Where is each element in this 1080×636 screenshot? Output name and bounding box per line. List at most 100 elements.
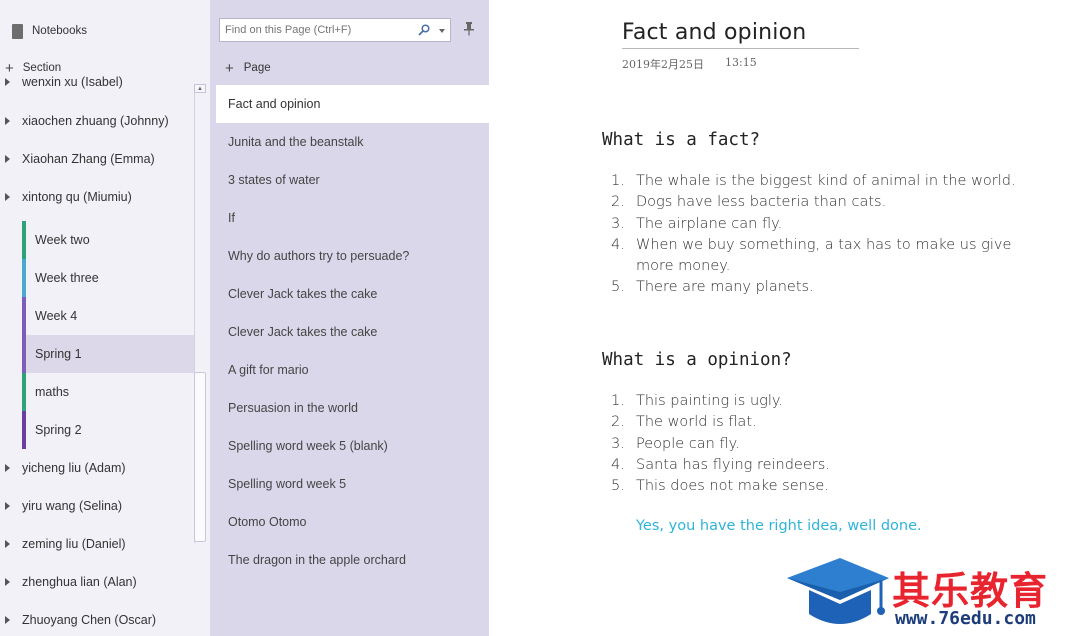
page-item-label: Persuasion in the world (228, 401, 358, 415)
notebook-item[interactable]: Zhuoyang Chen (Oscar) (0, 601, 194, 636)
teacher-comment[interactable]: Yes, you have the right idea, well done. (636, 518, 922, 534)
list-item[interactable]: 2. The world is flat. (602, 412, 1052, 433)
page-item[interactable]: Spelling word week 5 (blank) (216, 427, 489, 465)
add-page-button[interactable]: + Page (210, 58, 470, 78)
list-number: 5. (611, 478, 625, 495)
page-item[interactable]: Clever Jack takes the cake (216, 275, 489, 313)
section-label: maths (35, 385, 70, 399)
list-item-text: There are many planets. (636, 279, 814, 296)
expand-caret-icon[interactable] (5, 78, 10, 86)
list-item-text: When we buy something, a tax has to make… (636, 236, 1012, 275)
watermark-chinese-text: 其乐教育 (892, 569, 1049, 613)
page-item[interactable]: Otomo Otomo (216, 503, 489, 541)
notebook-pane: Notebooks + Section wenxin xu (Isabel) x… (0, 0, 210, 636)
page-item-label: Junita and the beanstalk (228, 135, 364, 149)
list-number: 5. (611, 279, 625, 296)
list-item[interactable]: 1. The whale is the biggest kind of anima… (602, 171, 1052, 192)
fact-list[interactable]: 1. The whale is the biggest kind of anima… (602, 171, 1052, 299)
expand-caret-icon[interactable] (5, 464, 10, 472)
notebooks-button[interactable]: Notebooks (0, 18, 200, 44)
scroll-up-arrow-icon[interactable]: ▲ (194, 84, 206, 93)
page-item-label: Why do authors try to persuade? (228, 249, 410, 263)
page-item[interactable]: Persuasion in the world (216, 389, 489, 427)
chevron-down-icon[interactable] (439, 29, 445, 33)
section-label: Week 4 (35, 309, 78, 323)
section-label: Spring 2 (35, 423, 82, 437)
notebook-item[interactable]: yicheng liu (Adam) (0, 449, 194, 487)
notebook-tree: wenxin xu (Isabel) xiaochen zhuang (John… (0, 68, 194, 636)
scrollbar-thumb[interactable] (194, 372, 206, 542)
section-color-bar (22, 335, 26, 373)
expand-caret-icon[interactable] (5, 540, 10, 548)
page-item-label: Clever Jack takes the cake (228, 325, 378, 339)
page-item-label: Otomo Otomo (228, 515, 307, 529)
notebook-item-label: zeming liu (Daniel) (22, 537, 126, 551)
page-item[interactable]: A gift for mario (216, 351, 489, 389)
notebook-item[interactable]: zeming liu (Daniel) (0, 525, 194, 563)
section-item-week-three[interactable]: Week three (22, 259, 194, 297)
notebook-item[interactable]: zhenghua lian (Alan) (0, 563, 194, 601)
find-on-page-box[interactable] (219, 18, 451, 42)
section-color-bar (22, 297, 26, 335)
notebook-item-label: Zhuoyang Chen (Oscar) (22, 613, 157, 627)
notebook-item-label: xiaochen zhuang (Johnny) (22, 114, 169, 128)
page-item-fact-and-opinion[interactable]: Fact and opinion (216, 85, 489, 123)
notebook-item[interactable]: wenxin xu (Isabel) (0, 68, 194, 101)
list-item[interactable]: 5. This does not make sense. (602, 476, 1052, 497)
list-item-text: This painting is ugly. (636, 393, 783, 409)
notebook-item[interactable]: Xiaohan Zhang (Emma) (0, 140, 194, 178)
list-item-text: Santa has flying reindeers. (636, 456, 830, 473)
expand-caret-icon[interactable] (5, 578, 10, 586)
expand-caret-icon[interactable] (5, 193, 10, 201)
search-input[interactable] (225, 24, 415, 36)
expand-caret-icon[interactable] (5, 616, 10, 624)
notebook-item[interactable]: xintong qu (Miumiu) (0, 178, 194, 216)
notebook-icon (10, 23, 24, 39)
list-item-text: The whale is the biggest kind of animal … (636, 173, 1016, 189)
page-title[interactable]: Fact and opinion (622, 20, 806, 45)
list-item[interactable]: 3. The airplane can fly. (602, 214, 1052, 235)
section-label: Week two (35, 233, 90, 247)
expand-caret-icon[interactable] (5, 502, 10, 510)
page-item[interactable]: If (216, 199, 489, 237)
add-page-label: Page (243, 62, 271, 74)
pin-icon[interactable] (463, 22, 475, 36)
section-item-week-4[interactable]: Week 4 (22, 297, 194, 335)
page-item[interactable]: Why do authors try to persuade? (216, 237, 489, 275)
page-item-label: The dragon in the apple orchard (228, 553, 406, 567)
page-item[interactable]: Spelling word week 5 (216, 465, 489, 503)
title-divider (622, 48, 859, 49)
opinion-list[interactable]: 1. This painting is ugly. 2. The world is … (602, 391, 1052, 497)
list-item[interactable]: 3. People can fly. (602, 434, 1052, 455)
expand-caret-icon[interactable] (5, 117, 10, 125)
page-item-label: 3 states of water (228, 173, 320, 187)
page-item[interactable]: Junita and the beanstalk (216, 123, 489, 161)
notebook-item[interactable]: xiaochen zhuang (Johnny) (0, 102, 194, 140)
section-item-spring-1[interactable]: Spring 1 (22, 335, 194, 373)
page-item[interactable]: Clever Jack takes the cake (216, 313, 489, 351)
note-canvas[interactable]: Fact and opinion 2019年2月25日 13:15 What i… (489, 0, 1080, 636)
expand-caret-icon[interactable] (5, 155, 10, 163)
search-icon[interactable] (418, 24, 430, 36)
watermark-logo: 其乐教育 www.76edu.com (785, 556, 1077, 636)
section-color-bar (22, 221, 26, 259)
list-item-text: Dogs have less bacteria than cats. (636, 194, 887, 211)
list-item[interactable]: 4. When we buy something, a tax has to ma… (602, 235, 1052, 278)
opinion-heading[interactable]: What is a opinion? (602, 350, 792, 370)
page-item[interactable]: 3 states of water (216, 161, 489, 199)
section-item-maths[interactable]: maths (22, 373, 194, 411)
list-item[interactable]: 4. Santa has flying reindeers. (602, 455, 1052, 476)
section-item-spring-2[interactable]: Spring 2 (22, 411, 194, 449)
section-item-week-two[interactable]: Week two (22, 221, 194, 259)
fact-heading[interactable]: What is a fact? (602, 130, 760, 150)
list-item[interactable]: 5. There are many planets. (602, 277, 1052, 298)
list-number: 4. (611, 236, 625, 253)
list-number: 4. (611, 456, 625, 473)
notebook-item-label: xintong qu (Miumiu) (22, 190, 132, 204)
list-item-text: People can fly. (636, 435, 740, 452)
list-item[interactable]: 2. Dogs have less bacteria than cats. (602, 192, 1052, 213)
notebook-item[interactable]: yiru wang (Selina) (0, 487, 194, 525)
list-item[interactable]: 1. This painting is ugly. (602, 391, 1052, 412)
page-item[interactable]: The dragon in the apple orchard (216, 541, 489, 579)
page-item-label: Spelling word week 5 (blank) (228, 439, 388, 453)
